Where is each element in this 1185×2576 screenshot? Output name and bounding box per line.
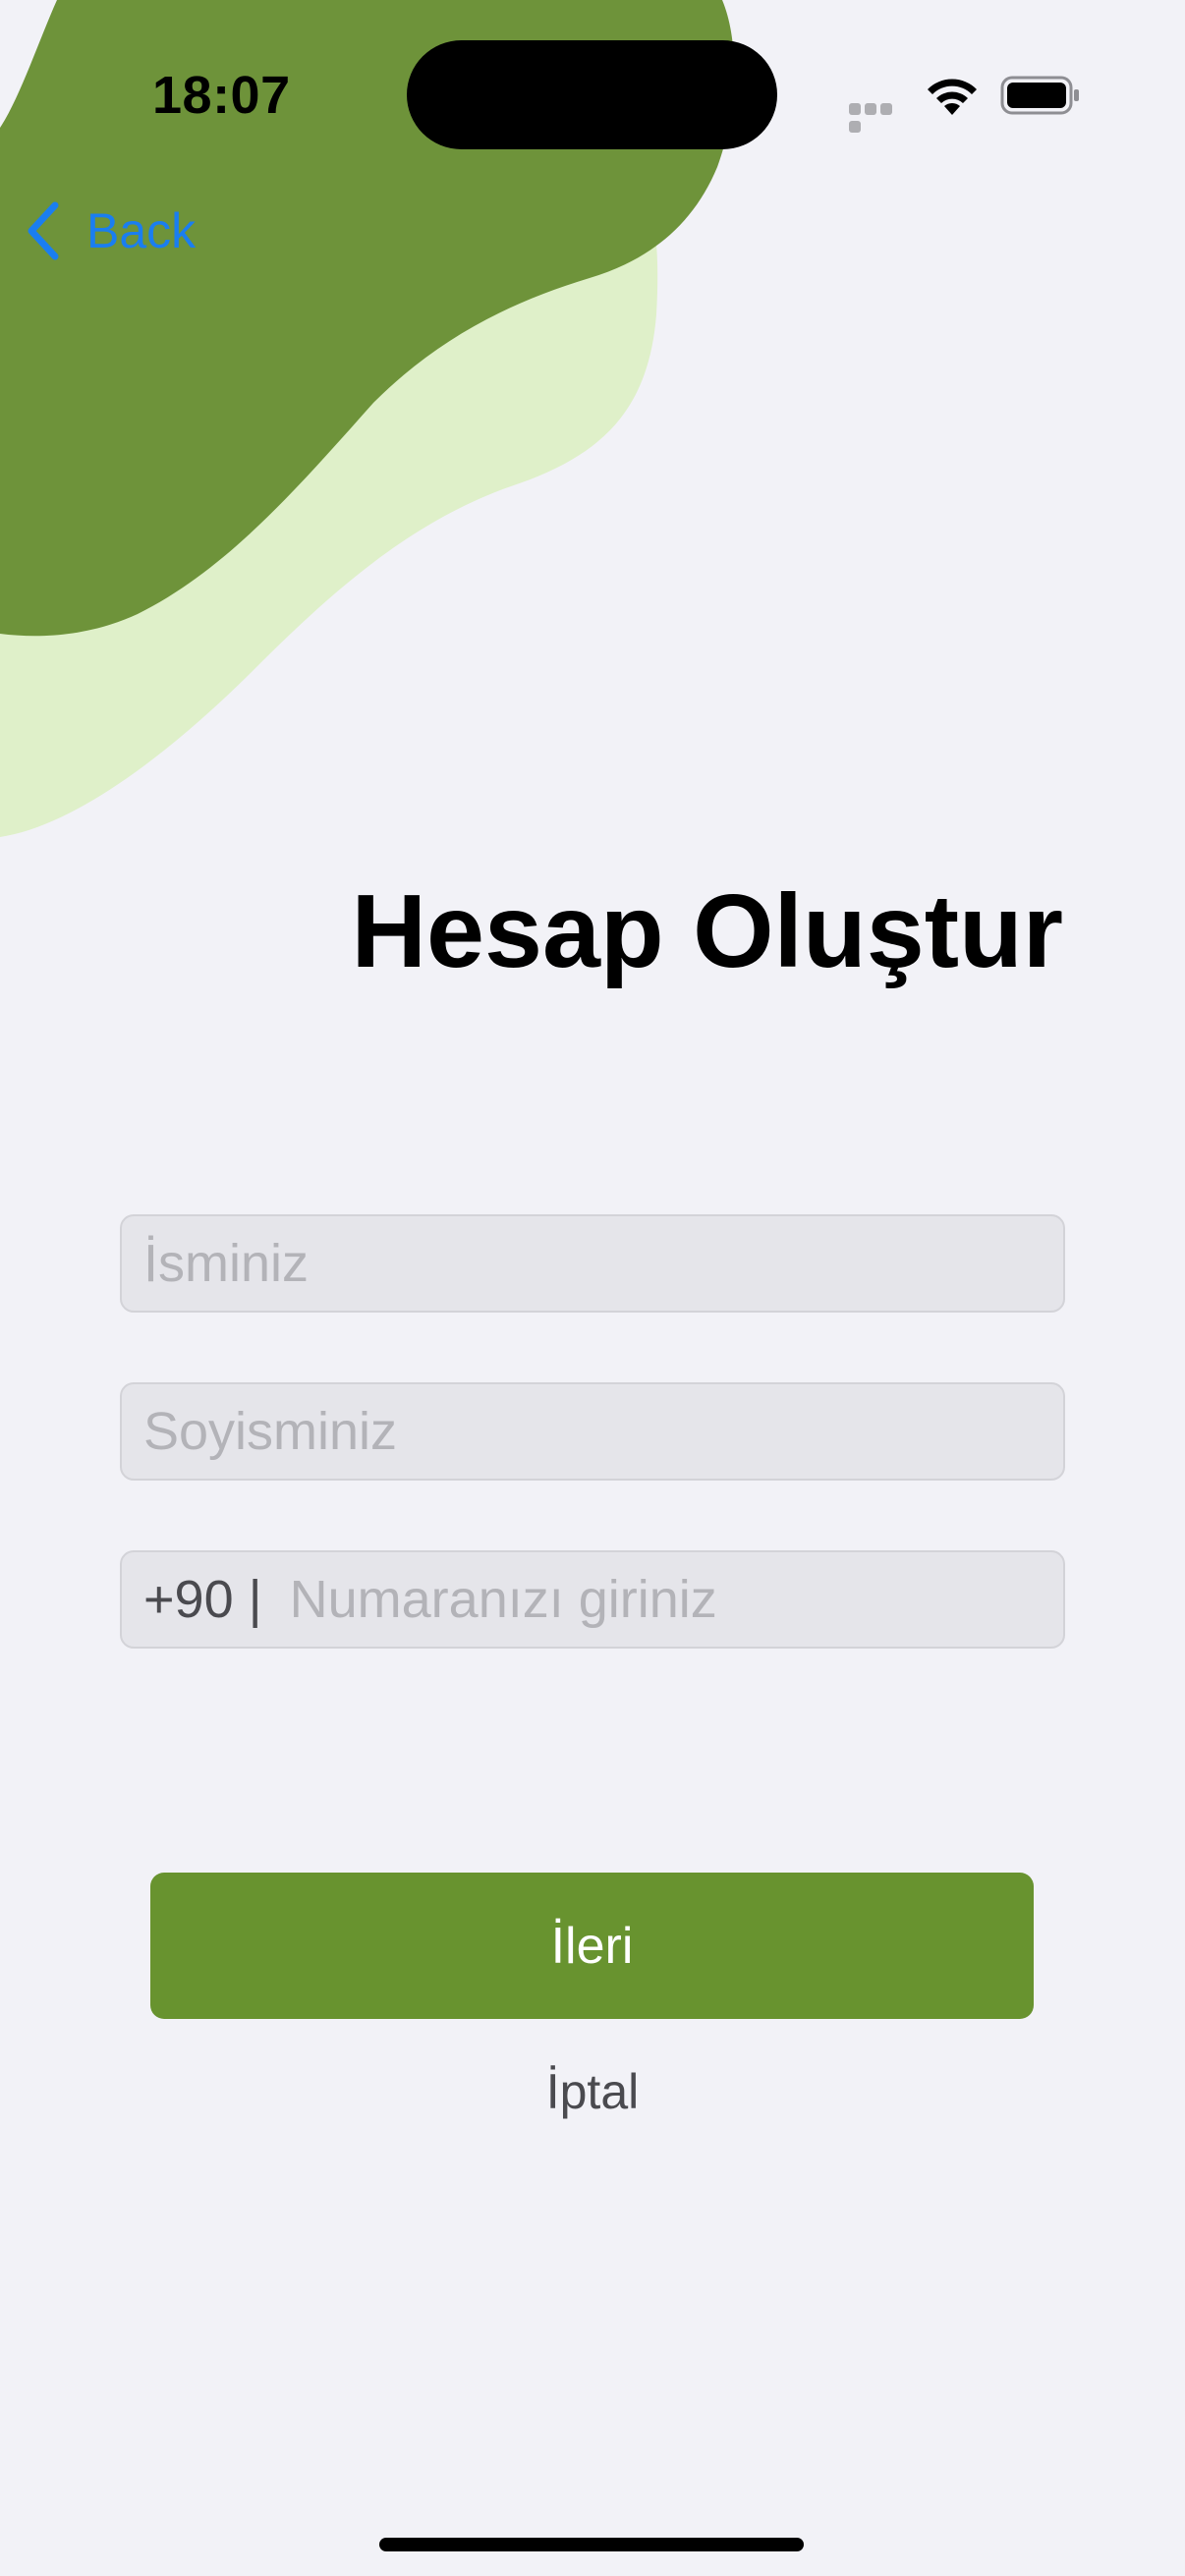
wifi-icon [928, 79, 977, 115]
surname-input[interactable] [143, 1401, 1063, 1462]
battery-icon [1000, 76, 1079, 115]
cellular-signal-icon [849, 102, 908, 133]
status-time: 18:07 [152, 66, 291, 125]
surname-field[interactable] [120, 1382, 1065, 1481]
home-indicator [379, 2538, 804, 2551]
dynamic-island [407, 40, 777, 149]
back-label: Back [86, 203, 197, 258]
next-button[interactable]: İleri [150, 1873, 1034, 2019]
page-title: Hesap Oluştur [351, 873, 1063, 989]
phone-field[interactable]: +90 | [120, 1550, 1065, 1649]
status-bar: 18:07 [0, 0, 1185, 196]
chevron-left-icon [28, 201, 59, 260]
next-button-label: İleri [550, 1917, 634, 1975]
back-button[interactable]: Back [24, 195, 196, 267]
name-input[interactable] [143, 1233, 1063, 1294]
phone-input[interactable] [289, 1569, 1063, 1630]
phone-country-prefix: +90 | [143, 1570, 262, 1629]
name-field[interactable] [120, 1214, 1065, 1313]
cancel-button[interactable]: İptal [0, 2063, 1185, 2120]
